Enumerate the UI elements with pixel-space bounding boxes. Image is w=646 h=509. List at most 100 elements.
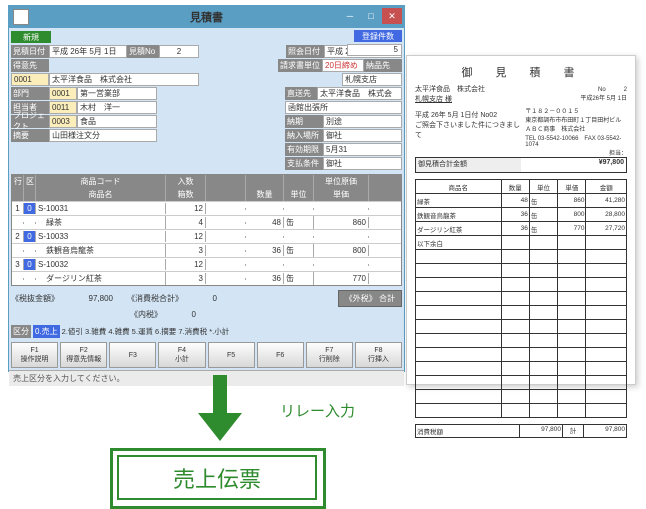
header-form: 新規 見積日付 平成 26年 5月 1日 見積No 2 照会日付 平成 26年 …	[9, 28, 404, 172]
status-bar: 売上区分を入力してください。	[9, 370, 404, 386]
col-amount: 数量	[246, 188, 284, 201]
pv-title: 御 見 積 書	[415, 64, 627, 80]
kubun-row: 区分 0.売上 2.値引 3.雑費 4.雑費 5.運賃 6.摘要 7.消費税 *…	[11, 324, 402, 338]
titlebar[interactable]: 見積書 ─ □ ✕	[9, 6, 404, 28]
kubun-selected[interactable]: 0.売上	[33, 325, 60, 338]
fkey-f2[interactable]: F2得意先情報	[60, 342, 107, 368]
col-qty: 入数	[166, 175, 206, 188]
register-count-value: 5	[347, 44, 402, 56]
minimize-button[interactable]: ─	[340, 8, 360, 24]
branch-field[interactable]: 札幌支店	[342, 73, 402, 86]
person-name-field: 木村 洋一	[77, 101, 157, 114]
sales-slip-box: 売上伝票	[117, 455, 317, 500]
delivery-field[interactable]: 別途	[323, 115, 402, 128]
valid-label: 有効期限	[285, 143, 323, 156]
pv-no: No 2	[525, 84, 627, 93]
table-row[interactable]: 緑茶448缶860	[12, 215, 401, 229]
estimate-date-field[interactable]: 平成 26年 5月 1日	[49, 45, 127, 58]
bill-unit-value: 20日締め	[322, 59, 364, 72]
close-button[interactable]: ✕	[382, 8, 402, 24]
col-row: 行	[12, 175, 24, 188]
bill-unit-label: 請求書単位	[278, 59, 322, 72]
pv-footer-tax: 97,800	[519, 425, 562, 437]
table-row[interactable]: 10S-1003112	[12, 201, 401, 215]
inquiry-date-label: 照会日付	[286, 45, 324, 58]
fkey-f8[interactable]: F8行挿入	[355, 342, 402, 368]
zeinuki-value: 97,800	[63, 294, 113, 303]
shouhi-label: 《消費税合計》	[127, 293, 183, 304]
dept-name-field: 第一営業部	[77, 87, 157, 100]
pv-addr1: 平成 26年 5月 1日付 No02	[415, 110, 521, 120]
uchi-value: 0	[166, 310, 196, 319]
project-code-field[interactable]: 0003	[49, 115, 77, 128]
person-code-field[interactable]: 0011	[49, 101, 77, 114]
direct-label: 直送先	[285, 87, 317, 100]
pv-footer-total: 97,800	[583, 425, 626, 437]
fkey-f7[interactable]: F7行削除	[306, 342, 353, 368]
col-case: 箱数	[166, 188, 206, 201]
kubun-label: 区分	[11, 325, 31, 338]
dept-code-field[interactable]: 0001	[49, 87, 77, 100]
valid-field[interactable]: 5月31	[323, 143, 402, 156]
estimate-date-label: 見積日付	[11, 45, 49, 58]
relay-text: リレー入力	[280, 400, 355, 421]
col-unitprice: 単位原価	[314, 175, 369, 188]
fkey-f4[interactable]: F4小計	[158, 342, 205, 368]
maximize-button[interactable]: □	[361, 8, 381, 24]
outside-tax-button[interactable]: 《外税》 合計	[338, 290, 402, 307]
dept-label: 部門	[11, 87, 49, 100]
fkey-f3[interactable]: F3	[109, 342, 156, 368]
title-text: 見積書	[190, 9, 223, 25]
payment-field[interactable]: 御社	[323, 157, 402, 170]
project-label: プロジェクト	[11, 115, 49, 128]
fkey-f6[interactable]: F6	[257, 342, 304, 368]
col-blank3	[284, 175, 314, 188]
table-row[interactable]: 30S-1003212	[12, 257, 401, 271]
pv-total-value: ¥97,800	[521, 158, 626, 172]
table-row[interactable]: 20S-1003312	[12, 229, 401, 243]
fkey-f5[interactable]: F5	[208, 342, 255, 368]
col-kbn: 区	[24, 175, 36, 188]
pv-date: 平成26年 5月 1日	[525, 93, 627, 102]
branch-office-field: 函館出張所	[285, 101, 402, 114]
customer-name-field[interactable]: 太平洋食品 株式会社	[49, 73, 199, 86]
relay-arrow-stem	[213, 375, 227, 415]
pv-table: 商品名数量単位単価金額 緑茶48缶86041,280鉄観音烏龍茶36缶80028…	[415, 179, 627, 418]
zeinuki-label: 《税抜金額》	[11, 293, 59, 304]
relay-arrow-head	[198, 413, 242, 441]
pv-cust2: 札幌支店 様	[415, 94, 521, 104]
estimate-window: 見積書 ─ □ ✕ 登録件数 5 新規 見積日付 平成 26年 5月 1日 見積…	[8, 5, 405, 372]
payment-label: 支払条件	[285, 157, 323, 170]
new-badge: 新規	[11, 31, 51, 43]
project-name-field: 食品	[77, 115, 157, 128]
customer-code-field[interactable]: 0001	[11, 73, 49, 86]
place-label: 納入場所	[285, 129, 323, 142]
app-icon	[13, 9, 29, 25]
memo-label: 摘要	[11, 129, 49, 142]
delivery-label: 納期	[285, 115, 323, 128]
table-row[interactable]: 鉄観音烏龍茶336缶800	[12, 243, 401, 257]
pv-footer-tax-label: 消費税額	[416, 425, 519, 437]
col-blank2	[246, 175, 284, 188]
register-count-label: 登録件数	[354, 30, 402, 42]
totals-row: 《税抜金額》 97,800 《消費税合計》 0 《外税》 合計	[11, 290, 402, 307]
totals-row2: 《内税》 0	[11, 309, 402, 320]
place-field[interactable]: 御社	[323, 129, 402, 142]
line-items-grid[interactable]: 行 区 商品コード 入数 単位原価 商品名 箱数 数量 単位 単価 10S-10…	[11, 174, 402, 286]
memo-field[interactable]: 山田様注文分	[49, 129, 157, 142]
pv-addr2: ご照会下さいました件につきまして	[415, 120, 521, 140]
col-code: 商品コード	[36, 175, 166, 188]
pv-cust1: 太平洋食品 株式会社	[415, 84, 521, 94]
table-row[interactable]: ダージリン紅茶336缶770	[12, 271, 401, 285]
col-name: 商品名	[36, 188, 166, 201]
customer-label: 得意先	[11, 59, 49, 72]
uchi-label: 《内税》	[130, 309, 162, 320]
print-preview: 御 見 積 書 太平洋食品 株式会社 札幌支店 様 平成 26年 5月 1日付 …	[406, 55, 636, 385]
estimate-no-field[interactable]: 2	[159, 45, 199, 58]
pv-total-label: 御見積合計金額	[416, 158, 521, 172]
kubun-options: 2.値引 3.雑費 4.雑費 5.運賃 6.摘要 7.消費税 *.小計	[62, 326, 230, 337]
ship-label: 納品先	[364, 59, 402, 72]
direct-field: 太平洋食品 株式会	[317, 87, 402, 100]
fkey-f1[interactable]: F1操作説明	[11, 342, 58, 368]
shouhi-value: 0	[187, 294, 217, 303]
